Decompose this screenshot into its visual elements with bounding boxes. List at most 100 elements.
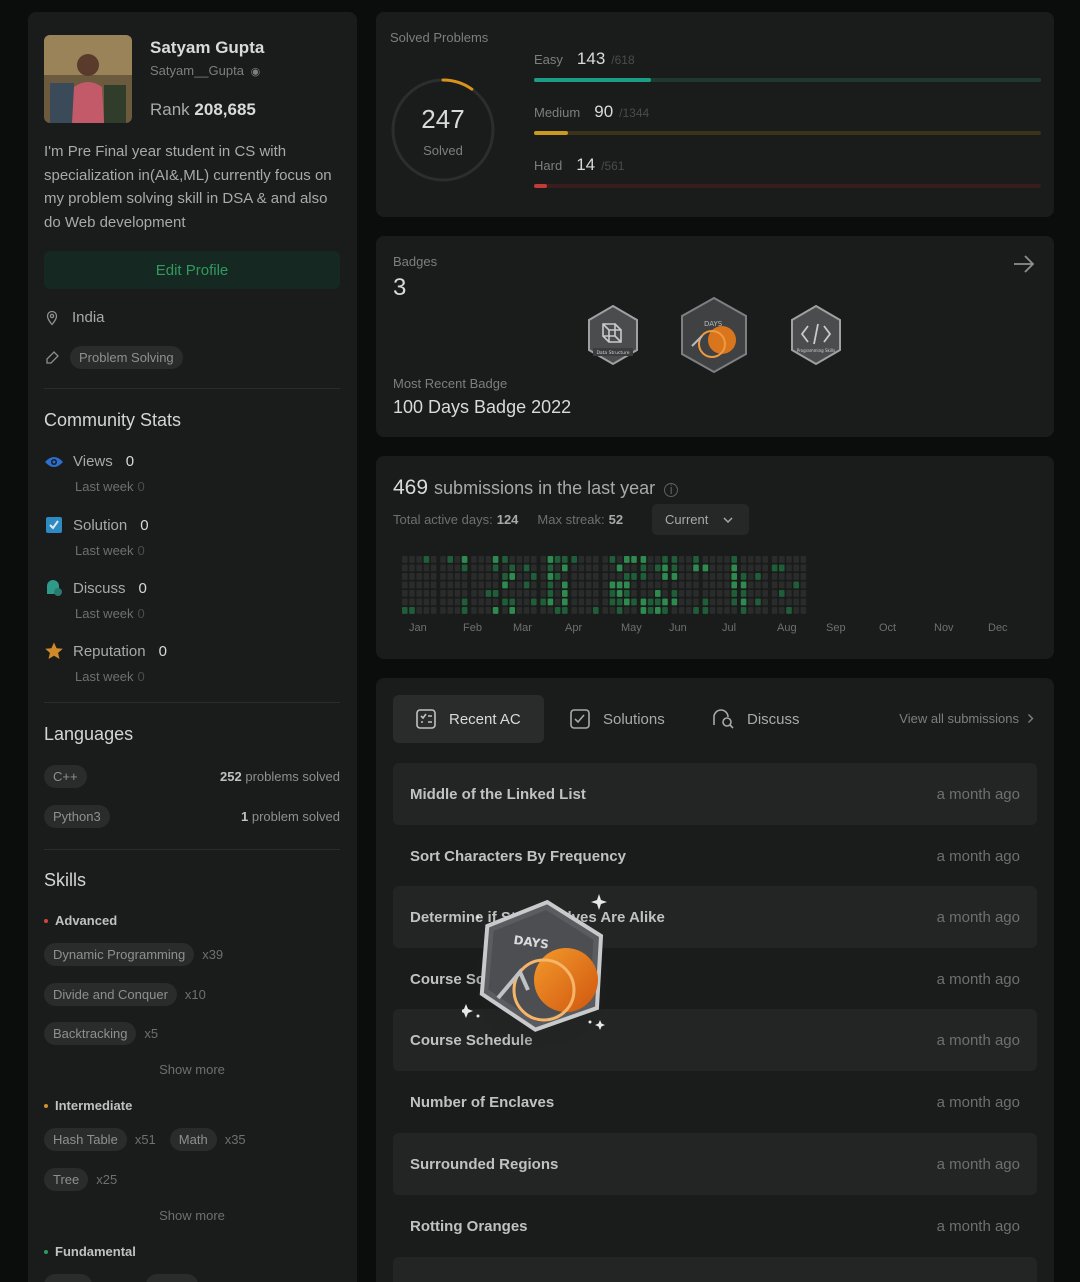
heatmap-cell: [748, 564, 754, 572]
year-select[interactable]: Current: [652, 504, 749, 535]
programming-skills-badge-icon[interactable]: Programming Skills: [788, 304, 844, 371]
heatmap-cell: [793, 590, 799, 597]
stat-sub-value: 0: [137, 606, 145, 621]
heatmap-cell: [523, 590, 530, 597]
heatmap-cell: [578, 564, 585, 572]
heatmap-cell: [492, 607, 499, 614]
heatmap-cell: [786, 581, 792, 589]
submission-row[interactable]: Rotting Oranges a month ago: [393, 1195, 1037, 1257]
submissions-card: 469 submissions in the last year i Total…: [376, 456, 1054, 659]
heatmap-cell: [793, 598, 799, 606]
heatmap-cell: [554, 590, 561, 597]
skill-pill[interactable]: Hash Table: [44, 1128, 127, 1151]
submission-row[interactable]: [393, 1257, 1037, 1282]
heatmap-cell: [416, 590, 422, 597]
heatmap-cell: [593, 590, 599, 597]
difficulty-total: /1344: [619, 106, 650, 120]
info-icon[interactable]: i: [664, 482, 679, 497]
skill-pill[interactable]: [44, 1274, 92, 1282]
tab-solutions[interactable]: Solutions: [547, 695, 687, 743]
heatmap-cell: [671, 590, 678, 597]
level-label: Fundamental: [55, 1244, 136, 1259]
heatmap-cell: [585, 573, 592, 580]
heatmap-cell: [779, 556, 785, 563]
heatmap-cell: [779, 573, 785, 580]
heatmap-cell: [724, 607, 730, 614]
tab-recent-ac[interactable]: Recent AC: [393, 695, 544, 743]
heatmap-cell: [416, 607, 422, 614]
progress-fill: [534, 78, 651, 82]
edit-profile-button[interactable]: Edit Profile: [44, 251, 340, 289]
submission-row[interactable]: Surrounded Regions a month ago: [393, 1133, 1037, 1195]
heatmap-cell: [461, 581, 468, 589]
stat-sub-value: 0: [137, 543, 145, 558]
avatar[interactable]: [44, 35, 132, 123]
heatmap-cell: [409, 581, 415, 589]
heatmap-cell: [523, 564, 530, 572]
heatmap-cell: [423, 598, 430, 606]
skill-pill[interactable]: Tree: [44, 1168, 89, 1191]
submission-time: a month ago: [936, 970, 1020, 988]
skill-pill[interactable]: Dynamic Programming: [44, 943, 195, 966]
heatmap-cell: [540, 573, 546, 580]
tag-pill[interactable]: Problem Solving: [70, 346, 183, 369]
heatmap-cell: [640, 581, 647, 589]
skill-pill[interactable]: Divide and Conquer: [44, 983, 177, 1006]
language-pill[interactable]: Python3: [44, 805, 110, 828]
skill-pill[interactable]: Math: [169, 1128, 217, 1151]
language-count: 252: [220, 769, 242, 784]
heatmap-cell: [686, 590, 692, 597]
heatmap-cell: [702, 590, 709, 597]
heatmap-cell: [702, 607, 709, 614]
heatmap-cell: [609, 573, 616, 580]
skill-pill[interactable]: Backtracking: [44, 1022, 137, 1045]
heatmap-cell: [461, 590, 468, 597]
heatmap-cell: [678, 556, 685, 563]
heatmap-cell: [571, 607, 577, 614]
heatmap-cell: [762, 573, 768, 580]
heatmap-cell: [531, 598, 537, 606]
heatmap-cell: [423, 573, 430, 580]
days-badge-icon[interactable]: DAYS: [678, 296, 750, 381]
difficulty-label: Hard: [534, 158, 563, 173]
show-more-link[interactable]: Show more: [44, 1062, 340, 1077]
heatmap-cell: [430, 556, 437, 563]
language-pill[interactable]: C++: [44, 765, 87, 788]
view-all-submissions-link[interactable]: View all submissions: [899, 711, 1034, 726]
location-pin-icon: [46, 310, 58, 325]
submission-time: a month ago: [936, 1031, 1020, 1049]
heatmap-cell: [624, 564, 630, 572]
heatmap-cell: [585, 607, 592, 614]
heatmap-cell: [762, 607, 768, 614]
heatmap-cell: [485, 564, 492, 572]
show-more-link[interactable]: Show more: [44, 1208, 340, 1223]
heatmap-cell: [430, 590, 437, 597]
heatmap-cell: [509, 598, 515, 606]
level-dot: [44, 1249, 48, 1254]
tab-discuss[interactable]: Discuss: [689, 695, 822, 743]
arrow-right-icon[interactable]: [1012, 253, 1036, 275]
submission-row[interactable]: Sort Characters By Frequency a month ago: [393, 825, 1037, 887]
stat-value: 0: [125, 453, 135, 470]
month-label: Feb: [463, 622, 482, 634]
solved-problems-card: Solved Problems 247 Solved Easy 143/618 M…: [376, 12, 1054, 217]
days-badge-overlay-icon[interactable]: DAYS: [459, 890, 622, 1055]
submission-time: a month ago: [936, 908, 1020, 926]
heatmap-cell: [631, 581, 637, 589]
data-structure-badge-icon[interactable]: Data Structure: [585, 304, 641, 371]
heatmap-cell: [531, 607, 537, 614]
heatmap-cell: [740, 607, 747, 614]
heatmap-cell: [547, 607, 554, 614]
skill-pill[interactable]: [146, 1274, 198, 1282]
submission-row[interactable]: Number of Enclaves a month ago: [393, 1071, 1037, 1133]
heatmap-cell: [409, 556, 415, 563]
heatmap-cell: [602, 564, 608, 572]
solved-total-label: Solved: [423, 143, 463, 158]
heatmap-cell: [800, 573, 807, 580]
submission-row[interactable]: Middle of the Linked List a month ago: [393, 763, 1037, 825]
heatmap-cell: [454, 598, 461, 606]
most-recent-badge-value: 100 Days Badge 2022: [393, 397, 572, 417]
location-text: India: [72, 309, 105, 326]
difficulty-total: /561: [601, 159, 625, 173]
heatmap-cell: [693, 607, 699, 614]
